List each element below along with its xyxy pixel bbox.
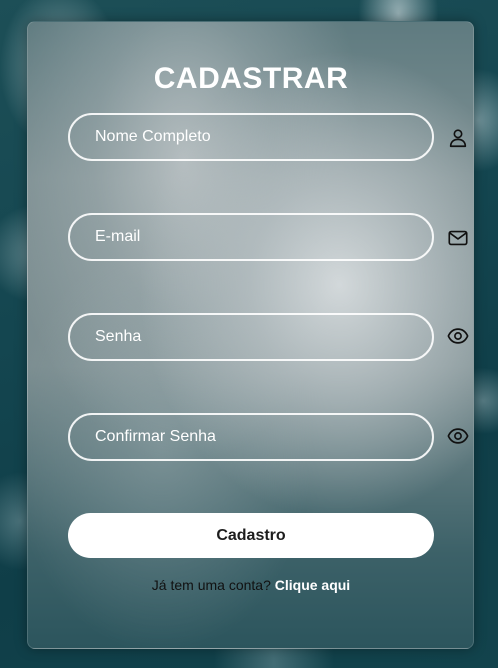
password-field[interactable]: Senha bbox=[68, 313, 434, 361]
password-placeholder: Senha bbox=[95, 328, 142, 345]
submit-button[interactable]: Cadastro bbox=[68, 513, 434, 558]
mail-icon bbox=[448, 230, 468, 246]
confirm-password-placeholder: Confirmar Senha bbox=[95, 428, 216, 445]
email-placeholder: E-mail bbox=[95, 228, 141, 245]
email-field[interactable]: E-mail bbox=[68, 213, 434, 261]
eye-icon[interactable] bbox=[447, 425, 469, 447]
login-link[interactable]: Clique aqui bbox=[275, 577, 350, 593]
confirm-password-field[interactable]: Confirmar Senha bbox=[68, 413, 434, 461]
eye-icon[interactable] bbox=[447, 325, 469, 347]
full-name-placeholder: Nome Completo bbox=[95, 128, 211, 145]
user-icon bbox=[449, 129, 467, 148]
page-title: CADASTRAR bbox=[153, 62, 349, 95]
login-prompt-text: Já tem uma conta? bbox=[151, 577, 271, 593]
login-prompt: Já tem uma conta? Clique aqui bbox=[0, 577, 498, 593]
full-name-field[interactable]: Nome Completo bbox=[68, 113, 434, 161]
